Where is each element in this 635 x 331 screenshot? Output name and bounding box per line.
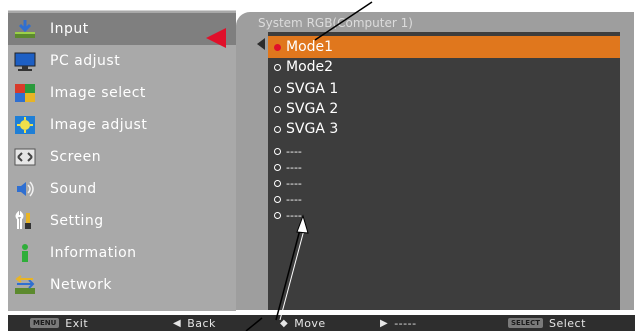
radio-icon (274, 63, 281, 71)
option-label: ---- (286, 193, 302, 206)
radio-icon (274, 164, 281, 171)
menu-item-label: Network (50, 277, 112, 293)
option-empty-slot[interactable]: ---- (268, 192, 620, 207)
selection-pointer-icon (206, 28, 226, 48)
menu-item-network[interactable]: Network (8, 269, 236, 301)
menu-item-label: PC adjust (50, 53, 121, 69)
menu-item-label: Image adjust (50, 117, 148, 133)
image-select-icon (12, 81, 38, 105)
screen-icon (12, 145, 38, 169)
option-svga-1[interactable]: SVGA 1 (268, 78, 620, 100)
submenu-title: System RGB(Computer 1) (258, 16, 413, 30)
option-label: ---- (286, 145, 302, 158)
menu-item-setting[interactable]: Setting (8, 205, 236, 237)
radio-icon (274, 105, 281, 113)
back-hint: ◀ Back (173, 315, 216, 331)
radio-icon (274, 148, 281, 155)
input-icon (12, 17, 38, 41)
menu-item-input[interactable]: Input (8, 13, 236, 45)
option-label: SVGA 3 (286, 121, 339, 137)
select-key-icon: SELECT (508, 318, 543, 328)
information-icon (12, 241, 38, 265)
move-label: Move (294, 316, 326, 330)
radio-icon (274, 180, 281, 187)
option-mode1[interactable]: Mode1 (268, 36, 620, 58)
radio-icon (274, 212, 281, 219)
image-adjust-icon (12, 113, 38, 137)
menu-item-pc-adjust[interactable]: PC adjust (8, 45, 236, 77)
menu-item-screen[interactable]: Screen (8, 141, 236, 173)
select-label: Select (548, 316, 586, 330)
right-arrow-icon: ▶ (380, 317, 389, 329)
menu-item-information[interactable]: Information (8, 237, 236, 269)
menu-item-image-adjust[interactable]: Image adjust (8, 109, 236, 141)
exit-label: Exit (65, 316, 89, 330)
option-empty-slot[interactable]: ---- (268, 208, 620, 223)
key-guide-bar: MENU Exit ◀ Back ◆ Move ▶ ----- SELECT S… (8, 315, 635, 331)
option-empty-slot[interactable]: ---- (268, 176, 620, 191)
option-svga-2[interactable]: SVGA 2 (268, 98, 620, 120)
menu-key-icon: MENU (30, 318, 60, 328)
option-empty-slot[interactable]: ---- (268, 160, 620, 175)
option-label: Mode1 (286, 39, 334, 55)
option-label: SVGA 1 (286, 81, 339, 97)
monitor-icon (12, 49, 38, 73)
back-label: Back (187, 316, 216, 330)
option-label: ---- (286, 177, 302, 190)
radio-icon (274, 125, 281, 133)
menu-item-label: Input (50, 21, 89, 37)
menu-item-sound[interactable]: Sound (8, 173, 236, 205)
network-icon (12, 273, 38, 297)
left-arrow-icon: ◀ (173, 317, 182, 329)
option-label: SVGA 2 (286, 101, 339, 117)
speaker-icon (12, 177, 38, 201)
list-pointer-icon (257, 38, 265, 50)
up-down-arrow-icon: ◆ (280, 317, 289, 329)
menu-item-image-select[interactable]: Image select (8, 77, 236, 109)
radio-selected-icon (274, 43, 281, 51)
menu-item-label: Image select (50, 85, 146, 101)
option-svga-3[interactable]: SVGA 3 (268, 118, 620, 140)
next-label: ----- (394, 316, 417, 330)
option-empty-slot[interactable]: ---- (268, 144, 620, 159)
radio-icon (274, 85, 281, 93)
menu-item-label: Sound (50, 181, 97, 197)
option-label: Mode2 (286, 59, 334, 75)
next-hint: ▶ ----- (380, 315, 417, 331)
menu-item-label: Setting (50, 213, 104, 229)
system-mode-list: Mode1 Mode2 SVGA 1 SVGA 2 SVGA 3 ---- --… (268, 32, 620, 310)
main-menu: Input PC adjust Image select Image adjus… (8, 10, 236, 311)
exit-hint: MENU Exit (30, 315, 88, 331)
wrench-icon (12, 209, 38, 233)
option-label: ---- (286, 209, 302, 222)
menu-item-label: Screen (50, 149, 102, 165)
menu-item-label: Information (50, 245, 137, 261)
radio-icon (274, 196, 281, 203)
option-mode2[interactable]: Mode2 (268, 56, 620, 78)
select-hint: SELECT Select (508, 315, 586, 331)
move-hint: ◆ Move (280, 315, 326, 331)
option-label: ---- (286, 161, 302, 174)
